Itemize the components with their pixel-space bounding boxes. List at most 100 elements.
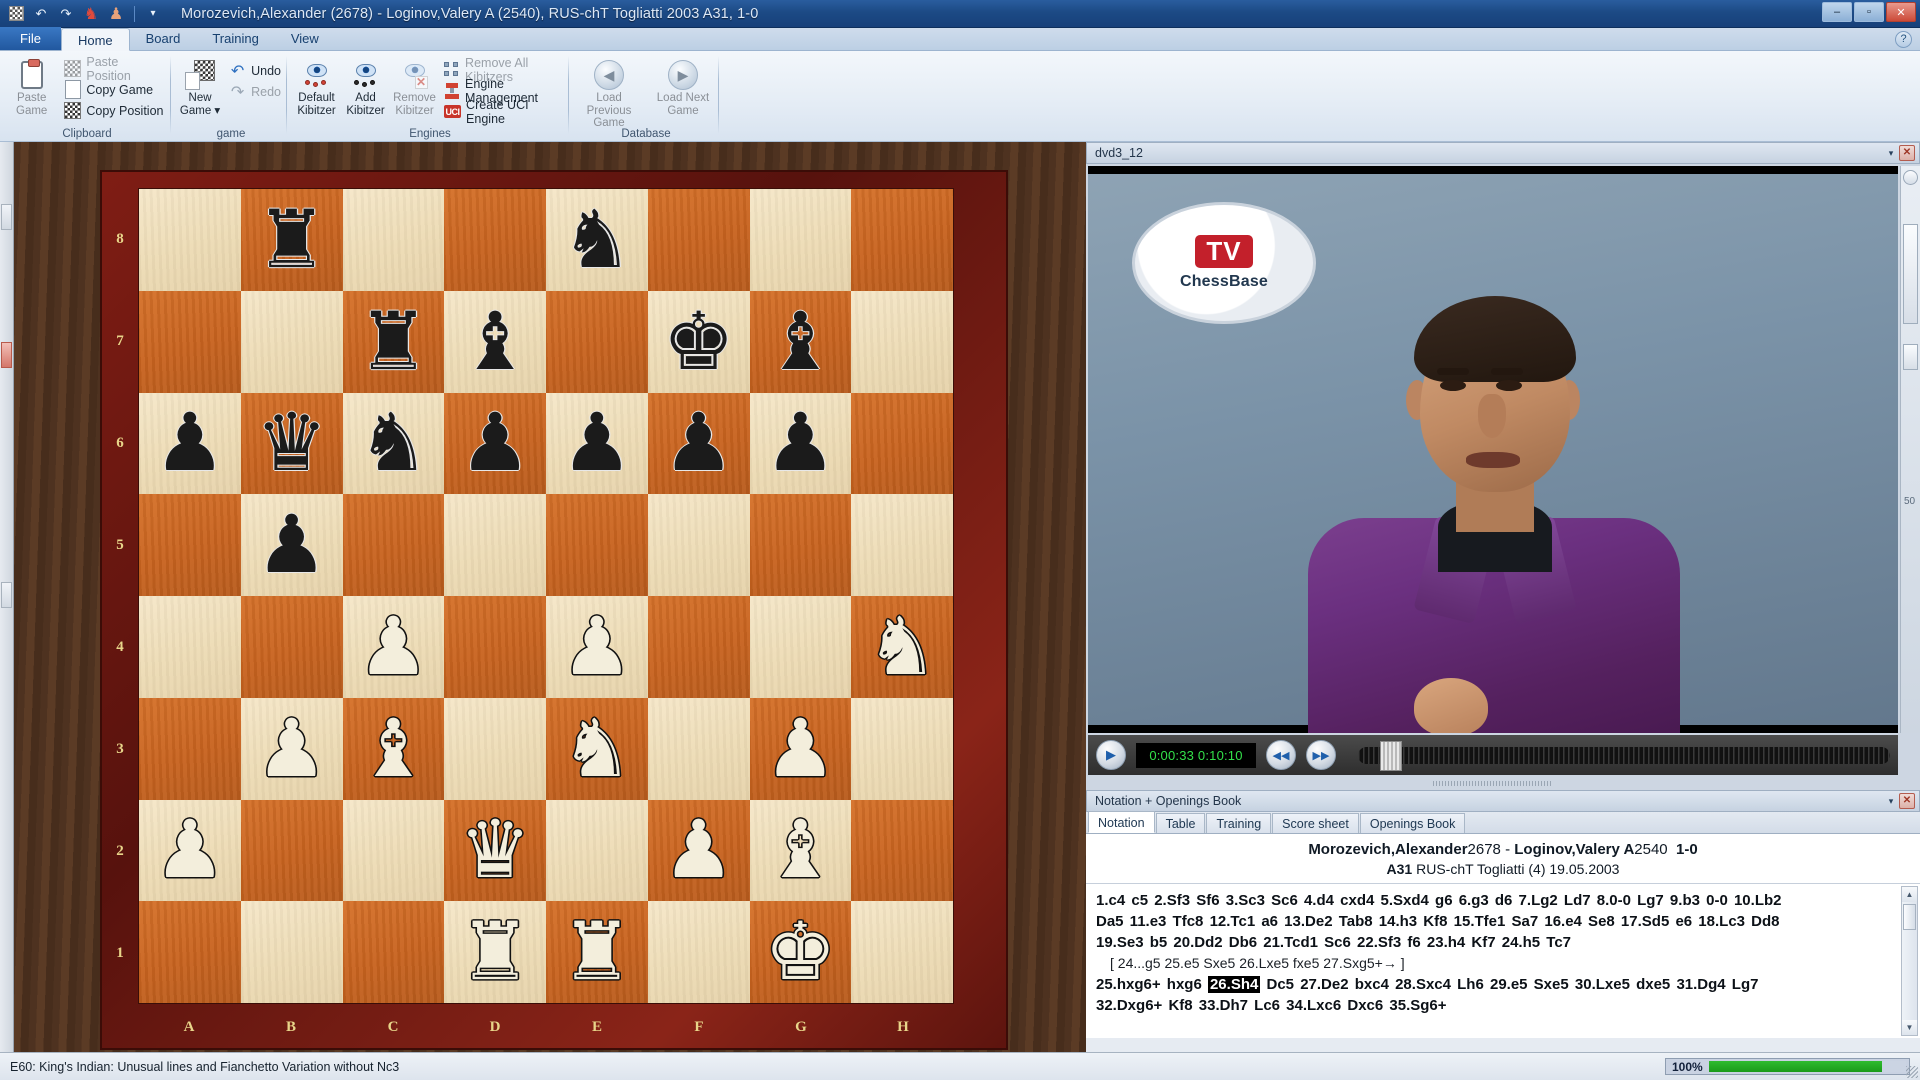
board-square-a2[interactable]: ♟ bbox=[139, 800, 241, 902]
board-square-c8[interactable] bbox=[343, 189, 445, 291]
board-square-h2[interactable] bbox=[851, 800, 953, 902]
video-settings-icon[interactable] bbox=[1903, 170, 1918, 185]
board-square-a3[interactable] bbox=[139, 698, 241, 800]
tab-file[interactable]: File bbox=[0, 27, 61, 50]
board-square-e7[interactable] bbox=[546, 291, 648, 393]
piece-black-n[interactable]: ♞ bbox=[358, 403, 430, 483]
board-square-c6[interactable]: ♞ bbox=[343, 393, 445, 495]
board-square-h1[interactable] bbox=[851, 901, 953, 1003]
board-square-f1[interactable] bbox=[648, 901, 750, 1003]
board-square-a8[interactable] bbox=[139, 189, 241, 291]
copy-position-button[interactable]: Copy Position bbox=[59, 100, 170, 121]
board-square-a7[interactable] bbox=[139, 291, 241, 393]
tab-score-sheet[interactable]: Score sheet bbox=[1272, 813, 1359, 833]
board-square-h3[interactable] bbox=[851, 698, 953, 800]
piece-white-q[interactable]: ♛ bbox=[459, 810, 531, 890]
board-square-b8[interactable]: ♜ bbox=[241, 189, 343, 291]
piece-black-k[interactable]: ♚ bbox=[663, 302, 735, 382]
board-square-d3[interactable] bbox=[444, 698, 546, 800]
undo-button[interactable]: ↶ Undo bbox=[224, 60, 286, 81]
load-previous-game-button[interactable]: ◀ Load PreviousGame bbox=[574, 54, 644, 130]
board-square-g1[interactable]: ♚ bbox=[750, 901, 852, 1003]
move-line[interactable]: Da5 11.e3 Tfc8 12.Tc1 a6 13.De2 Tab8 14.… bbox=[1096, 911, 1894, 932]
piece-white-n[interactable]: ♞ bbox=[866, 607, 938, 687]
tab-openings-book[interactable]: Openings Book bbox=[1360, 813, 1465, 833]
piece-white-k[interactable]: ♚ bbox=[765, 912, 837, 992]
board-square-b3[interactable]: ♟ bbox=[241, 698, 343, 800]
board-square-b7[interactable] bbox=[241, 291, 343, 393]
board-square-c3[interactable]: ♝ bbox=[343, 698, 445, 800]
board-square-g8[interactable] bbox=[750, 189, 852, 291]
board-square-h4[interactable]: ♞ bbox=[851, 596, 953, 698]
create-uci-engine-button[interactable]: UCI Create UCI Engine bbox=[439, 101, 568, 122]
board-square-c5[interactable] bbox=[343, 494, 445, 596]
help-icon[interactable]: ? bbox=[1895, 31, 1912, 48]
board-square-d8[interactable] bbox=[444, 189, 546, 291]
close-icon[interactable]: ✕ bbox=[1899, 145, 1915, 161]
piece-white-p[interactable]: ♟ bbox=[561, 607, 633, 687]
piece-black-r[interactable]: ♜ bbox=[256, 200, 328, 280]
new-game-button[interactable]: NewGame ▾ bbox=[176, 54, 224, 117]
board-square-d4[interactable] bbox=[444, 596, 546, 698]
move-line[interactable]: 32.Dxg6+ Kf8 33.Dh7 Lc6 34.Lxc6 Dxc6 35.… bbox=[1096, 995, 1894, 1016]
board-square-g6[interactable]: ♟ bbox=[750, 393, 852, 495]
default-kibitzer-button[interactable]: DefaultKibitzer bbox=[292, 54, 341, 117]
load-next-game-button[interactable]: ▶ Load NextGame bbox=[648, 54, 718, 117]
board-square-g4[interactable] bbox=[750, 596, 852, 698]
board-square-h5[interactable] bbox=[851, 494, 953, 596]
chevron-down-icon[interactable]: ▾ bbox=[1883, 148, 1899, 159]
board-square-e8[interactable]: ♞ bbox=[546, 189, 648, 291]
piece-black-p[interactable]: ♟ bbox=[765, 403, 837, 483]
tab-home[interactable]: Home bbox=[61, 28, 130, 51]
board-square-c4[interactable]: ♟ bbox=[343, 596, 445, 698]
dock-tab-1[interactable] bbox=[1, 204, 12, 230]
video-viewport[interactable]: TV ChessBase bbox=[1088, 166, 1898, 733]
piece-white-r[interactable]: ♜ bbox=[561, 912, 633, 992]
board-square-d5[interactable] bbox=[444, 494, 546, 596]
board-square-e1[interactable]: ♜ bbox=[546, 901, 648, 1003]
board-square-f4[interactable] bbox=[648, 596, 750, 698]
tab-notation[interactable]: Notation bbox=[1088, 811, 1155, 833]
tab-training[interactable]: Training bbox=[196, 27, 274, 50]
play-button[interactable]: ▶ bbox=[1096, 740, 1126, 770]
board-square-e3[interactable]: ♞ bbox=[546, 698, 648, 800]
board-square-h6[interactable] bbox=[851, 393, 953, 495]
tab-training[interactable]: Training bbox=[1206, 813, 1271, 833]
move-line[interactable]: 1.c4 c5 2.Sf3 Sf6 3.Sc3 Sc6 4.d4 cxd4 5.… bbox=[1096, 890, 1894, 911]
current-move-highlight[interactable]: 26.Sh4 bbox=[1208, 976, 1260, 993]
piece-white-p[interactable]: ♟ bbox=[358, 607, 430, 687]
board-square-f3[interactable] bbox=[648, 698, 750, 800]
move-line[interactable]: 19.Se3 b5 20.Dd2 Db6 21.Tcd1 Sc6 22.Sf3 … bbox=[1096, 932, 1894, 953]
board-square-g7[interactable]: ♝ bbox=[750, 291, 852, 393]
piece-black-p[interactable]: ♟ bbox=[154, 403, 226, 483]
minimize-button[interactable]: – bbox=[1822, 2, 1852, 22]
scroll-down-icon[interactable]: ▼ bbox=[1902, 1020, 1917, 1035]
copy-game-button[interactable]: Copy Game bbox=[59, 79, 170, 100]
video-seek-thumb[interactable] bbox=[1380, 741, 1402, 771]
knight-icon[interactable]: ♞ bbox=[81, 4, 101, 24]
rewind-button[interactable]: ◀◀ bbox=[1266, 740, 1296, 770]
board-square-a1[interactable] bbox=[139, 901, 241, 1003]
add-kibitzer-button[interactable]: AddKibitzer bbox=[341, 54, 390, 117]
video-scroll-thumb-upper[interactable] bbox=[1903, 224, 1918, 324]
board-square-b5[interactable]: ♟ bbox=[241, 494, 343, 596]
board-square-a6[interactable]: ♟ bbox=[139, 393, 241, 495]
board-square-b4[interactable] bbox=[241, 596, 343, 698]
notation-move-list[interactable]: 1.c4 c5 2.Sf3 Sf6 3.Sc3 Sc6 4.d4 cxd4 5.… bbox=[1086, 884, 1920, 1038]
scroll-up-icon[interactable]: ▲ bbox=[1902, 887, 1917, 902]
board-square-e4[interactable]: ♟ bbox=[546, 596, 648, 698]
redo-icon[interactable]: ↷ bbox=[56, 4, 76, 24]
fast-forward-button[interactable]: ▶▶ bbox=[1306, 740, 1336, 770]
board-square-d1[interactable]: ♜ bbox=[444, 901, 546, 1003]
undo-icon[interactable]: ↶ bbox=[31, 4, 51, 24]
piece-black-p[interactable]: ♟ bbox=[663, 403, 735, 483]
board-square-c1[interactable] bbox=[343, 901, 445, 1003]
board-square-d7[interactable]: ♝ bbox=[444, 291, 546, 393]
board-square-b6[interactable]: ♛ bbox=[241, 393, 343, 495]
board-square-f8[interactable] bbox=[648, 189, 750, 291]
board-square-f7[interactable]: ♚ bbox=[648, 291, 750, 393]
paste-position-button[interactable]: Paste Position bbox=[59, 58, 170, 79]
close-icon[interactable]: ✕ bbox=[1899, 793, 1915, 809]
paste-game-button[interactable]: PasteGame bbox=[4, 54, 59, 117]
chessboard-icon[interactable] bbox=[6, 4, 26, 24]
